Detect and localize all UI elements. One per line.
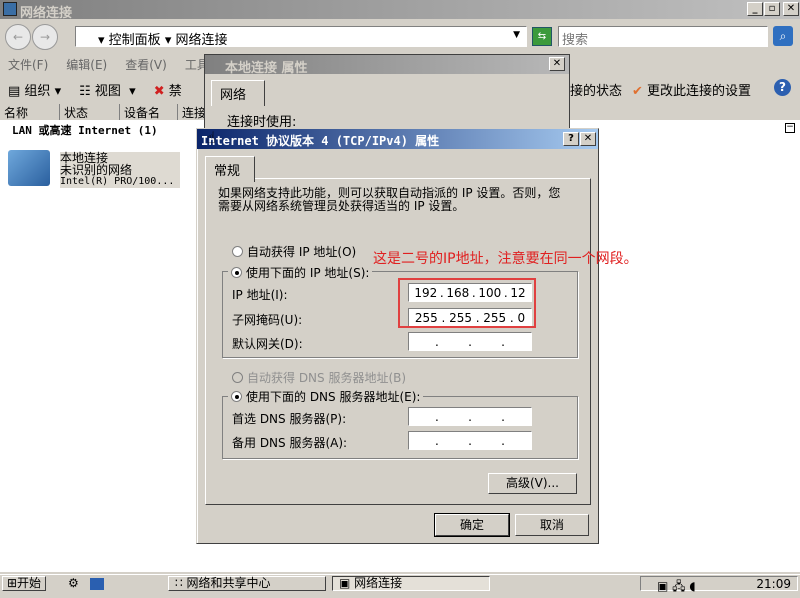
change-settings-button[interactable]: ✔ 更改此连接的设置 — [632, 80, 751, 99]
local-connection-item[interactable]: 本地连接 未识别的网络 Intel(R) PRO/100... — [8, 148, 180, 192]
column-connectivity[interactable]: 连接 — [178, 104, 206, 120]
subnet-mask-label: 子网掩码(U): — [232, 313, 303, 327]
refresh-button[interactable]: ⇆ — [532, 27, 552, 46]
window-title-bar: 网络连接 — [0, 0, 800, 21]
ipv4-properties-dialog: Internet 协议版本 4 (TCP/IPv4) 属性 ? ✕ 常规 如果网… — [196, 128, 599, 544]
checkmark-icon: ✔ — [632, 84, 643, 99]
menu-bar: 文件(F) 编辑(E) 查看(V) 工具 — [8, 56, 209, 73]
toolbar: ▤ 组织 ▾ ☷ 视图 ▾ ✖ 禁 — [8, 80, 182, 99]
organize-button[interactable]: ▤ 组织 ▾ — [8, 80, 61, 99]
intro-text: 如果网络支持此功能，则可以获取自动指派的 IP 设置。否则，您需要从网络系统管理… — [218, 186, 561, 213]
breadcrumb-control-panel[interactable]: 控制面板 — [109, 33, 161, 48]
local-connection-properties-dialog: 本地连接 属性 ✕ 网络 连接时使用: — [204, 54, 570, 134]
task-network-sharing-center[interactable]: ∷ 网络和共享中心 — [168, 576, 326, 591]
preferred-dns-label: 首选 DNS 服务器(P): — [232, 412, 347, 426]
taskbar: ⊞开始 ⚙ ∷ 网络和共享中心 ▣ 网络连接 ▣ 🖧 ◖ 21:09 — [0, 574, 800, 593]
minimize-button[interactable]: _ — [747, 2, 763, 16]
dialog-close-button[interactable]: ✕ — [580, 132, 596, 146]
task-network-connections[interactable]: ▣ 网络连接 — [332, 576, 490, 591]
back-dialog-title: 本地连接 属性 — [205, 55, 569, 76]
dialog-help-button[interactable]: ? — [563, 132, 579, 146]
vmware-icon[interactable]: ▣ — [657, 579, 668, 593]
show-desktop-icon[interactable] — [90, 578, 104, 590]
mouse-cursor-hand-icon: ☝ — [206, 128, 216, 147]
network-folder-icon — [3, 2, 17, 16]
group-header: LAN 或高速 Internet (1) — [12, 124, 158, 137]
forward-button[interactable]: → — [32, 24, 58, 50]
back-button[interactable]: ← — [5, 24, 31, 50]
server-manager-icon[interactable]: ⚙ — [68, 576, 79, 590]
back-dialog-close-button[interactable]: ✕ — [549, 57, 565, 71]
annotation-highlight-box — [398, 278, 536, 328]
column-name[interactable]: 名称 — [0, 104, 60, 120]
menu-file[interactable]: 文件(F) — [8, 56, 48, 73]
auto-dns-radio: 自动获得 DNS 服务器地址(B) — [232, 369, 406, 386]
volume-icon[interactable]: ◖ — [689, 579, 695, 593]
advanced-button[interactable]: 高级(V)... — [488, 473, 577, 494]
views-button[interactable]: ☷ 视图 ▾ — [79, 80, 136, 99]
view-status-button[interactable]: 接的状态 — [570, 80, 622, 99]
tab-general[interactable]: 常规 — [205, 156, 255, 182]
search-input[interactable]: 搜索 — [558, 26, 768, 48]
tab-network[interactable]: 网络 — [211, 80, 265, 106]
alternate-dns-field[interactable]: ... — [408, 431, 532, 450]
system-tray: ▣ 🖧 ◖ 21:09 — [640, 576, 798, 593]
breadcrumb-network-connections[interactable]: 网络连接 — [175, 33, 227, 48]
manual-dns-radio[interactable]: 使用下面的 DNS 服务器地址(E): — [228, 388, 424, 405]
close-button[interactable]: ✕ — [783, 2, 799, 16]
ip-address-label: IP 地址(I): — [232, 288, 288, 302]
column-device[interactable]: 设备名 — [120, 104, 178, 120]
collapse-group-icon[interactable]: − — [785, 123, 795, 133]
clock[interactable]: 21:09 — [756, 577, 791, 591]
dialog-title-bar: Internet 协议版本 4 (TCP/IPv4) 属性 — [197, 129, 598, 149]
alternate-dns-label: 备用 DNS 服务器(A): — [232, 436, 348, 450]
network-tray-icon[interactable]: 🖧 — [672, 579, 685, 593]
manual-ip-radio[interactable]: 使用下面的 IP 地址(S): — [228, 264, 373, 281]
x-icon: ✖ — [153, 84, 165, 99]
disable-button[interactable]: ✖ 禁 — [154, 80, 182, 99]
auto-ip-radio[interactable]: 自动获得 IP 地址(O) — [232, 243, 356, 260]
window-title: 网络连接 — [20, 6, 73, 21]
start-button[interactable]: ⊞开始 — [2, 576, 46, 591]
dropdown-icon[interactable]: ▼ — [513, 30, 520, 40]
column-headers: 名称 状态 设备名 连接 — [0, 104, 210, 120]
ok-button[interactable]: 确定 — [434, 513, 510, 537]
help-icon[interactable]: ? — [774, 79, 791, 96]
cancel-button[interactable]: 取消 — [515, 514, 589, 536]
search-icon[interactable]: ⌕ — [773, 26, 793, 46]
gateway-field[interactable]: ... — [408, 332, 532, 351]
network-adapter-icon — [8, 150, 50, 186]
address-bar[interactable]: ▾ 控制面板 ▾ 网络连接 ▼ — [75, 26, 527, 48]
connection-device: Intel(R) PRO/100... — [60, 176, 175, 187]
gateway-label: 默认网关(D): — [232, 337, 303, 351]
connection-network: 未识别的网络 — [60, 163, 133, 177]
column-status[interactable]: 状态 — [60, 104, 120, 120]
menu-edit[interactable]: 编辑(E) — [66, 56, 107, 73]
general-panel: 如果网络支持此功能，则可以获取自动指派的 IP 设置。否则，您需要从网络系统管理… — [205, 178, 591, 505]
preferred-dns-field[interactable]: ... — [408, 407, 532, 426]
annotation-text: 这是二号的IP地址，注意要在同一个网段。 — [373, 251, 638, 267]
restore-button[interactable]: ▫ — [764, 2, 780, 16]
menu-view[interactable]: 查看(V) — [125, 56, 167, 73]
